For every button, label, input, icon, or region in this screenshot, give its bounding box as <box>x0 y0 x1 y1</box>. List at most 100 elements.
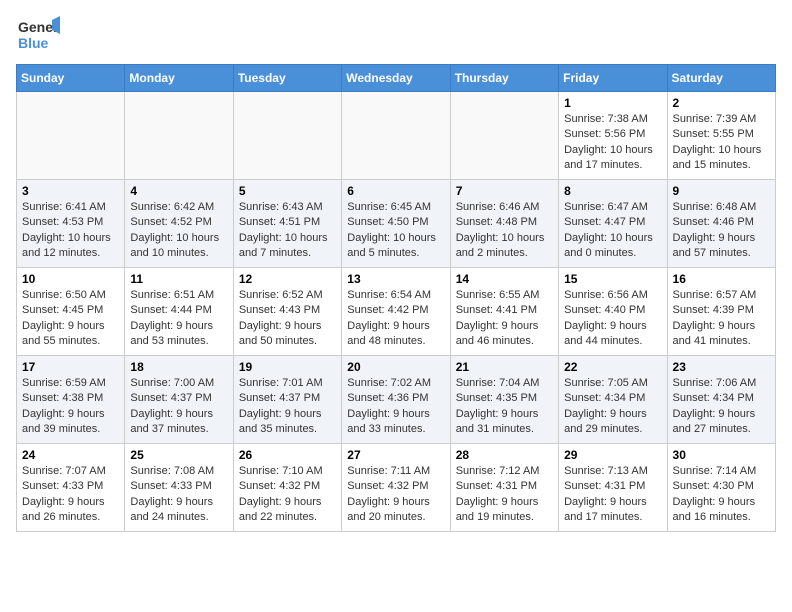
calendar-cell: 26 Sunrise: 7:10 AM Sunset: 4:32 PM Dayli… <box>233 444 341 532</box>
day-number: 14 <box>456 272 553 286</box>
day-info: Sunrise: 7:01 AM Sunset: 4:37 PM Dayligh… <box>239 376 336 438</box>
day-info: Sunrise: 6:52 AM Sunset: 4:43 PM Dayligh… <box>239 288 336 350</box>
day-number: 28 <box>456 448 553 462</box>
day-number: 19 <box>239 360 336 374</box>
day-number: 17 <box>22 360 119 374</box>
day-number: 26 <box>239 448 336 462</box>
day-info: Sunrise: 6:42 AM Sunset: 4:52 PM Dayligh… <box>130 200 227 262</box>
day-info: Sunrise: 7:07 AM Sunset: 4:33 PM Dayligh… <box>22 464 119 526</box>
calendar-cell: 30 Sunrise: 7:14 AM Sunset: 4:30 PM Dayli… <box>667 444 775 532</box>
calendar-cell: 22 Sunrise: 7:05 AM Sunset: 4:34 PM Dayli… <box>559 356 667 444</box>
day-number: 5 <box>239 184 336 198</box>
calendar-cell: 27 Sunrise: 7:11 AM Sunset: 4:32 PM Dayli… <box>342 444 450 532</box>
calendar-cell <box>450 92 558 180</box>
calendar-cell: 14 Sunrise: 6:55 AM Sunset: 4:41 PM Dayli… <box>450 268 558 356</box>
day-info: Sunrise: 6:51 AM Sunset: 4:44 PM Dayligh… <box>130 288 227 350</box>
day-number: 9 <box>673 184 770 198</box>
day-info: Sunrise: 7:10 AM Sunset: 4:32 PM Dayligh… <box>239 464 336 526</box>
calendar-cell: 11 Sunrise: 6:51 AM Sunset: 4:44 PM Dayli… <box>125 268 233 356</box>
day-number: 20 <box>347 360 444 374</box>
day-number: 1 <box>564 96 661 110</box>
weekday-header-saturday: Saturday <box>667 65 775 92</box>
day-number: 11 <box>130 272 227 286</box>
day-number: 15 <box>564 272 661 286</box>
day-number: 16 <box>673 272 770 286</box>
calendar-cell: 16Sunrise: 6:57 AM Sunset: 4:39 PM Dayli… <box>667 268 775 356</box>
calendar-cell <box>233 92 341 180</box>
day-info: Sunrise: 7:06 AM Sunset: 4:34 PM Dayligh… <box>673 376 770 438</box>
logo-svg: General Blue <box>16 16 60 56</box>
day-info: Sunrise: 6:43 AM Sunset: 4:51 PM Dayligh… <box>239 200 336 262</box>
day-info: Sunrise: 7:12 AM Sunset: 4:31 PM Dayligh… <box>456 464 553 526</box>
calendar-cell <box>342 92 450 180</box>
calendar-cell: 23 Sunrise: 7:06 AM Sunset: 4:34 PM Dayli… <box>667 356 775 444</box>
day-number: 25 <box>130 448 227 462</box>
weekday-header-monday: Monday <box>125 65 233 92</box>
calendar-cell: 1 Sunrise: 7:38 AM Sunset: 5:56 PM Daylig… <box>559 92 667 180</box>
day-number: 21 <box>456 360 553 374</box>
day-info: Sunrise: 7:14 AM Sunset: 4:30 PM Dayligh… <box>673 464 770 526</box>
calendar: SundayMondayTuesdayWednesdayThursdayFrid… <box>16 64 776 532</box>
day-number: 10 <box>22 272 119 286</box>
calendar-cell: 15 Sunrise: 6:56 AM Sunset: 4:40 PM Dayli… <box>559 268 667 356</box>
day-number: 6 <box>347 184 444 198</box>
calendar-cell: 17 Sunrise: 6:59 AM Sunset: 4:38 PM Dayli… <box>17 356 125 444</box>
calendar-cell <box>125 92 233 180</box>
day-number: 27 <box>347 448 444 462</box>
day-number: 4 <box>130 184 227 198</box>
day-info: Sunrise: 6:48 AM Sunset: 4:46 PM Dayligh… <box>673 200 770 262</box>
calendar-cell: 21 Sunrise: 7:04 AM Sunset: 4:35 PM Dayli… <box>450 356 558 444</box>
day-info: Sunrise: 6:50 AM Sunset: 4:45 PM Dayligh… <box>22 288 119 350</box>
calendar-cell: 29Sunrise: 7:13 AM Sunset: 4:31 PM Dayli… <box>559 444 667 532</box>
day-info: Sunrise: 6:47 AM Sunset: 4:47 PM Dayligh… <box>564 200 661 262</box>
day-number: 22 <box>564 360 661 374</box>
calendar-cell: 5 Sunrise: 6:43 AM Sunset: 4:51 PM Daylig… <box>233 180 341 268</box>
weekday-header-sunday: Sunday <box>17 65 125 92</box>
day-info: Sunrise: 6:54 AM Sunset: 4:42 PM Dayligh… <box>347 288 444 350</box>
calendar-week-row: 24 Sunrise: 7:07 AM Sunset: 4:33 PM Dayli… <box>17 444 776 532</box>
day-info: Sunrise: 7:38 AM Sunset: 5:56 PM Dayligh… <box>564 112 661 174</box>
day-info: Sunrise: 6:55 AM Sunset: 4:41 PM Dayligh… <box>456 288 553 350</box>
day-info: Sunrise: 6:45 AM Sunset: 4:50 PM Dayligh… <box>347 200 444 262</box>
calendar-cell: 6 Sunrise: 6:45 AM Sunset: 4:50 PM Daylig… <box>342 180 450 268</box>
calendar-cell: 20 Sunrise: 7:02 AM Sunset: 4:36 PM Dayli… <box>342 356 450 444</box>
logo: General Blue <box>16 16 60 56</box>
day-info: Sunrise: 7:08 AM Sunset: 4:33 PM Dayligh… <box>130 464 227 526</box>
calendar-cell: 8 Sunrise: 6:47 AM Sunset: 4:47 PM Daylig… <box>559 180 667 268</box>
calendar-cell: 19 Sunrise: 7:01 AM Sunset: 4:37 PM Dayli… <box>233 356 341 444</box>
weekday-header-friday: Friday <box>559 65 667 92</box>
svg-text:Blue: Blue <box>18 35 49 51</box>
calendar-cell: 2Sunrise: 7:39 AM Sunset: 5:55 PM Daylig… <box>667 92 775 180</box>
day-number: 8 <box>564 184 661 198</box>
day-info: Sunrise: 6:41 AM Sunset: 4:53 PM Dayligh… <box>22 200 119 262</box>
calendar-cell: 12 Sunrise: 6:52 AM Sunset: 4:43 PM Dayli… <box>233 268 341 356</box>
day-number: 12 <box>239 272 336 286</box>
day-number: 24 <box>22 448 119 462</box>
day-info: Sunrise: 7:00 AM Sunset: 4:37 PM Dayligh… <box>130 376 227 438</box>
day-info: Sunrise: 7:05 AM Sunset: 4:34 PM Dayligh… <box>564 376 661 438</box>
day-info: Sunrise: 7:04 AM Sunset: 4:35 PM Dayligh… <box>456 376 553 438</box>
day-number: 23 <box>673 360 770 374</box>
calendar-week-row: 17 Sunrise: 6:59 AM Sunset: 4:38 PM Dayli… <box>17 356 776 444</box>
calendar-cell: 25 Sunrise: 7:08 AM Sunset: 4:33 PM Dayli… <box>125 444 233 532</box>
weekday-header-row: SundayMondayTuesdayWednesdayThursdayFrid… <box>17 65 776 92</box>
calendar-cell: 28 Sunrise: 7:12 AM Sunset: 4:31 PM Dayli… <box>450 444 558 532</box>
page-header: General Blue <box>16 16 776 56</box>
calendar-cell <box>17 92 125 180</box>
calendar-week-row: 3Sunrise: 6:41 AM Sunset: 4:53 PM Daylig… <box>17 180 776 268</box>
day-number: 30 <box>673 448 770 462</box>
calendar-week-row: 10 Sunrise: 6:50 AM Sunset: 4:45 PM Dayli… <box>17 268 776 356</box>
calendar-cell: 24 Sunrise: 7:07 AM Sunset: 4:33 PM Dayli… <box>17 444 125 532</box>
calendar-cell: 18 Sunrise: 7:00 AM Sunset: 4:37 PM Dayli… <box>125 356 233 444</box>
day-number: 18 <box>130 360 227 374</box>
calendar-cell: 4 Sunrise: 6:42 AM Sunset: 4:52 PM Daylig… <box>125 180 233 268</box>
day-info: Sunrise: 7:02 AM Sunset: 4:36 PM Dayligh… <box>347 376 444 438</box>
day-info: Sunrise: 6:56 AM Sunset: 4:40 PM Dayligh… <box>564 288 661 350</box>
calendar-cell: 3Sunrise: 6:41 AM Sunset: 4:53 PM Daylig… <box>17 180 125 268</box>
day-info: Sunrise: 7:11 AM Sunset: 4:32 PM Dayligh… <box>347 464 444 526</box>
day-info: Sunrise: 6:59 AM Sunset: 4:38 PM Dayligh… <box>22 376 119 438</box>
weekday-header-thursday: Thursday <box>450 65 558 92</box>
calendar-cell: 10 Sunrise: 6:50 AM Sunset: 4:45 PM Dayli… <box>17 268 125 356</box>
day-number: 2 <box>673 96 770 110</box>
calendar-cell: 7Sunrise: 6:46 AM Sunset: 4:48 PM Daylig… <box>450 180 558 268</box>
